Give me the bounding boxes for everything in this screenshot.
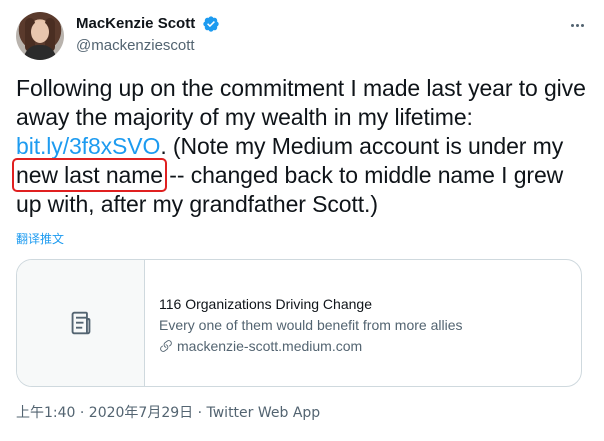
tweet-text-part-2: . (Note my Medium account is under my — [160, 133, 564, 159]
link-icon — [160, 340, 172, 352]
document-icon — [71, 311, 90, 335]
card-description: Every one of them would benefit from mor… — [159, 317, 463, 333]
card-body: 116 Organizations Driving Change Every o… — [159, 294, 569, 356]
verified-badge-icon — [202, 16, 219, 32]
translate-tweet-link[interactable]: 翻译推文 — [16, 232, 64, 246]
link-preview-card[interactable]: 116 Organizations Driving Change Every o… — [16, 259, 582, 387]
tweet-timestamp[interactable]: 上午1:40 · 2020年7月29日 · Twitter Web App — [16, 404, 320, 422]
tweet-header: MacKenzie Scott @mackenziescott — [16, 12, 588, 60]
more-options-icon[interactable] — [566, 14, 588, 36]
tweet-text: Following up on the commitment I made la… — [12, 74, 588, 219]
avatar[interactable] — [16, 12, 64, 60]
card-domain: mackenzie-scott.medium.com — [159, 336, 569, 356]
highlighted-phrase: new last name — [12, 158, 167, 192]
display-name[interactable]: MacKenzie Scott — [76, 14, 195, 34]
card-thumbnail — [17, 260, 145, 386]
card-domain-text: mackenzie-scott.medium.com — [177, 338, 363, 354]
user-names: MacKenzie Scott @mackenziescott — [76, 14, 220, 56]
tweet-text-part-1: Following up on the commitment I made la… — [16, 75, 586, 130]
card-title: 116 Organizations Driving Change — [159, 296, 372, 312]
tweet-link[interactable]: bit.ly/3f8xSVO — [16, 133, 160, 159]
user-handle[interactable]: @mackenziescott — [76, 36, 220, 56]
